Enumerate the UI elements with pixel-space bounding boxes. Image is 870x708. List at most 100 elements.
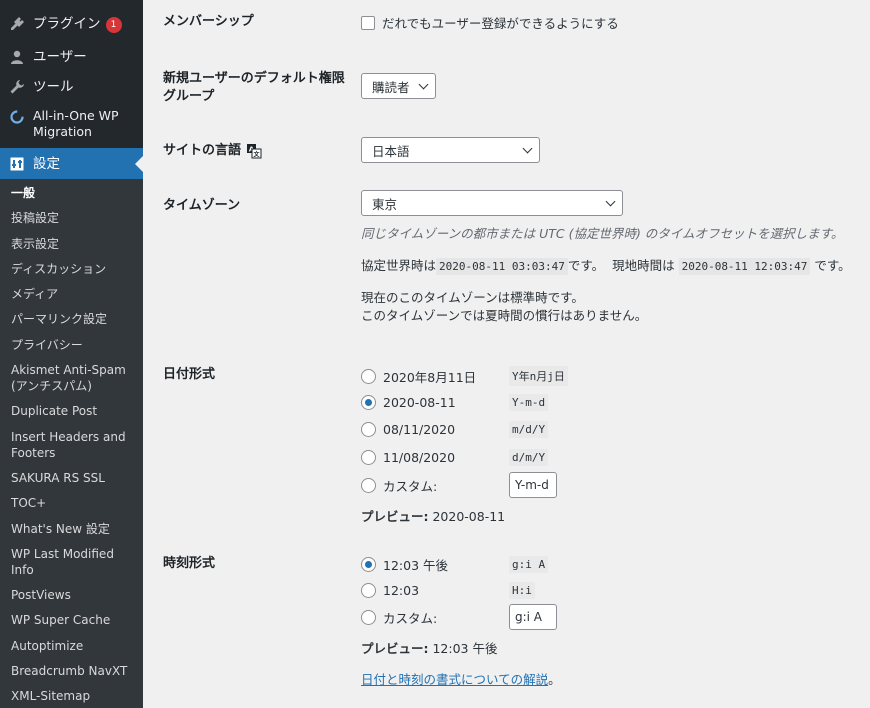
submenu-item-whats-new[interactable]: What's New 設定 <box>0 521 143 537</box>
default-role-select[interactable]: 購読者 <box>361 73 436 99</box>
timezone-standard-note: 現在のこのタイムゾーンは標準時です。 <box>361 290 584 305</box>
membership-control: だれでもユーザー登録ができるようにする <box>361 13 619 32</box>
date-format-label: 日付形式 <box>163 367 216 382</box>
settings-main: メンバーシップ だれでもユーザー登録ができるようにする 新規ユーザーのデフォルト… <box>143 0 870 708</box>
submenu-item-reading[interactable]: 表示設定 <box>0 236 143 252</box>
submenu-item-wp-super-cache[interactable]: WP Super Cache <box>0 612 143 628</box>
time-format-display: 12:03 <box>383 583 420 598</box>
date-time-doc-row: 日付と時刻の書式についての解説。 <box>361 669 561 688</box>
user-icon <box>8 48 26 66</box>
submenu-item-permalinks[interactable]: パーマリンク設定 <box>0 311 143 327</box>
timezone-dst-note: このタイムゾーンでは夏時間の慣行はありません。 <box>361 308 648 323</box>
time-preview-value: 12:03 午後 <box>432 641 498 656</box>
date-format-option[interactable]: 11/08/2020 d/m/Y <box>361 449 549 466</box>
menu-settings-label: 設定 <box>33 155 60 172</box>
date-format-option[interactable]: 2020年8月11日 Y年n月j日 <box>361 366 568 386</box>
date-format-option[interactable]: 2020-08-11 Y-m-d <box>361 394 549 411</box>
date-format-radio[interactable] <box>361 395 376 410</box>
date-format-code: Y-m-d <box>509 394 549 411</box>
membership-checkbox-label: だれでもユーザー登録ができるようにする <box>382 16 619 31</box>
site-language-label-row: サイトの言語 A文 <box>163 142 262 160</box>
date-format-display: 11/08/2020 <box>383 450 456 465</box>
date-format-radio[interactable] <box>361 368 376 384</box>
site-language-select[interactable]: 日本語 <box>361 137 540 163</box>
time-format-custom[interactable]: カスタム: g:i A <box>361 604 557 630</box>
utc-prefix: 協定世界時は <box>361 258 437 273</box>
date-format-custom[interactable]: カスタム: Y-m-d <box>361 472 557 498</box>
submenu-item-media[interactable]: メディア <box>0 286 143 302</box>
date-format-display: 2020-08-11 <box>383 395 456 410</box>
submenu-item-akismet[interactable]: Akismet Anti-Spam (アンチスパム) <box>0 362 143 394</box>
time-format-code: H:i <box>509 582 535 599</box>
date-format-custom-input[interactable]: Y-m-d <box>509 472 557 498</box>
time-format-radio[interactable] <box>361 583 376 598</box>
submenu-item-xml-sitemap[interactable]: XML-Sitemap <box>0 688 143 704</box>
time-format-custom-label: カスタム: <box>383 610 438 626</box>
menu-users[interactable]: ユーザー <box>0 46 143 76</box>
submenu-item-breadcrumb-navxt[interactable]: Breadcrumb NavXT <box>0 663 143 679</box>
menu-plugins[interactable]: プラグイン 1 <box>0 0 143 47</box>
date-format-radio[interactable] <box>361 450 376 465</box>
local-prefix: 現地時間は <box>612 258 675 273</box>
timezone-select[interactable]: 東京 <box>361 190 623 216</box>
settings-submenu: 一般 投稿設定 表示設定 ディスカッション メディア パーマリンク設定 プライバ… <box>0 179 143 708</box>
submenu-item-writing[interactable]: 投稿設定 <box>0 210 143 226</box>
time-format-preview: プレビュー: 12:03 午後 <box>361 638 497 657</box>
timezone-description: 同じタイムゾーンの都市または UTC (協定世界時) のタイムオフセットを選択し… <box>361 226 844 241</box>
time-format-radio[interactable] <box>361 557 376 572</box>
update-count-badge: 1 <box>105 17 122 33</box>
time-format-custom-input[interactable]: g:i A <box>509 604 557 630</box>
submenu-item-autoptimize[interactable]: Autoptimize <box>0 638 143 654</box>
svg-text:文: 文 <box>253 151 261 159</box>
timezone-times: 協定世界時は 2020-08-11 03:03:47 です。 現地時間は 2020-… <box>361 255 851 275</box>
membership-label: メンバーシップ <box>163 14 254 29</box>
date-format-option[interactable]: 08/11/2020 m/d/Y <box>361 421 549 438</box>
menu-tools-label: ツール <box>33 79 74 95</box>
site-language-value: 日本語 <box>372 143 410 159</box>
time-format-option[interactable]: 12:03 H:i <box>361 582 535 599</box>
timezone-value: 東京 <box>372 196 398 212</box>
utc-time: 2020-08-11 03:03:47 <box>436 258 568 275</box>
time-format-label: 時刻形式 <box>163 556 216 571</box>
date-format-preview: プレビュー: 2020-08-11 <box>361 506 505 525</box>
date-preview-value: 2020-08-11 <box>432 509 506 524</box>
menu-tools[interactable]: ツール <box>0 76 143 106</box>
time-preview-label: プレビュー: <box>361 641 429 656</box>
time-format-custom-radio[interactable] <box>361 609 376 625</box>
utc-suffix: です。 <box>567 258 605 273</box>
menu-plugins-label: プラグイン 1 <box>33 15 122 33</box>
date-format-code: d/m/Y <box>509 449 549 466</box>
timezone-label: タイムゾーン <box>163 198 241 213</box>
default-role-value: 購読者 <box>372 79 410 95</box>
submenu-item-general[interactable]: 一般 <box>0 185 143 201</box>
time-format-code: g:i A <box>509 556 549 573</box>
date-preview-label: プレビュー: <box>361 509 429 524</box>
menu-aiowp-label: All-in-One WP Migration <box>33 108 119 139</box>
submenu-item-sakura-ssl[interactable]: SAKURA RS SSL <box>0 470 143 486</box>
submenu-item-discussion[interactable]: ディスカッション <box>0 261 143 277</box>
date-format-display: 08/11/2020 <box>383 422 456 437</box>
chevron-down-icon <box>605 196 616 206</box>
time-format-option[interactable]: 12:03 午後 g:i A <box>361 555 549 574</box>
menu-all-in-one-wp-migration[interactable]: All-in-One WP Migration <box>0 108 143 146</box>
date-time-doc-link[interactable]: 日付と時刻の書式についての解説 <box>361 672 548 687</box>
submenu-item-duplicate-post[interactable]: Duplicate Post <box>0 403 143 419</box>
chevron-down-icon <box>522 143 533 153</box>
date-format-code: m/d/Y <box>509 421 549 438</box>
submenu-item-wp-last-modified[interactable]: WP Last Modified Info <box>0 546 143 578</box>
submenu-item-toc[interactable]: TOC+ <box>0 495 143 511</box>
doc-link-suffix: 。 <box>548 672 561 687</box>
submenu-item-privacy[interactable]: プライバシー <box>0 337 143 353</box>
migration-icon <box>8 108 26 126</box>
menu-settings[interactable]: 設定 <box>0 148 143 179</box>
translation-icon: A文 <box>246 143 262 159</box>
date-format-radio[interactable] <box>361 422 376 437</box>
plugin-icon <box>8 15 26 33</box>
menu-users-label: ユーザー <box>33 49 87 65</box>
site-language-label: サイトの言語 <box>163 143 242 158</box>
submenu-item-postviews[interactable]: PostViews <box>0 587 143 603</box>
date-format-custom-label: カスタム: <box>383 478 438 494</box>
submenu-item-insert-headers[interactable]: Insert Headers and Footers <box>0 429 143 461</box>
date-format-custom-radio[interactable] <box>361 477 376 493</box>
membership-checkbox[interactable] <box>361 16 375 30</box>
